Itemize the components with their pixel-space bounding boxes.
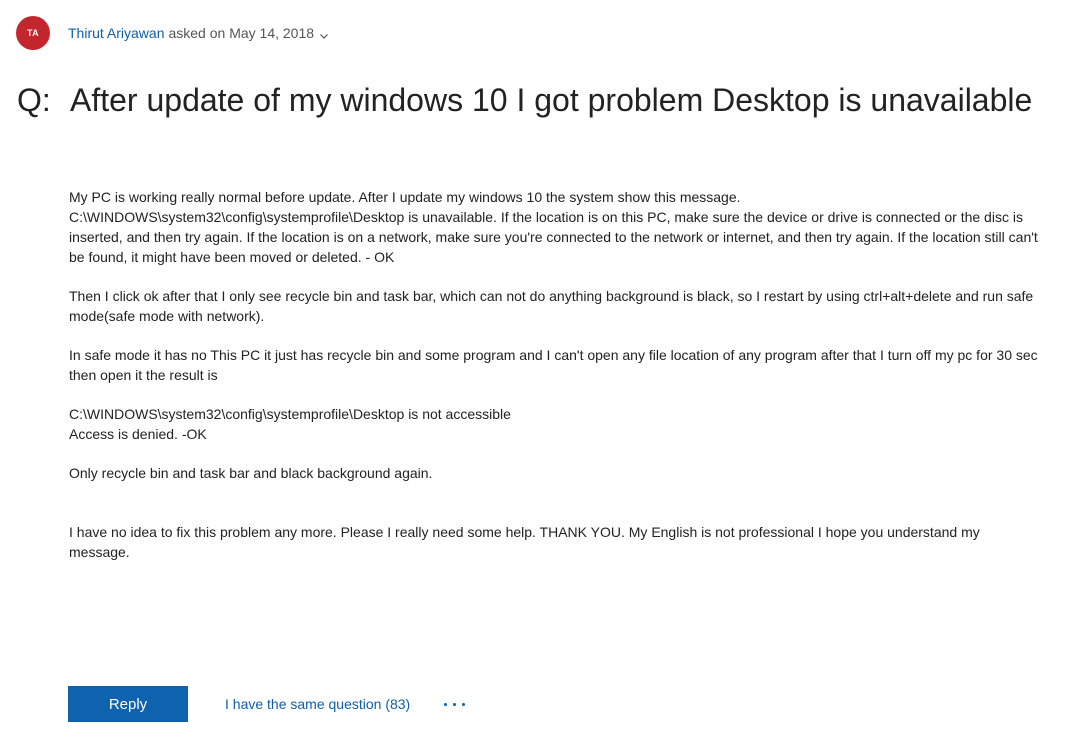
question-body: My PC is working really normal before up…	[69, 187, 1044, 581]
body-paragraph-5: Only recycle bin and task bar and black …	[69, 465, 433, 481]
question-prefix: Q:	[17, 82, 51, 118]
asked-date: asked on May 14, 2018	[168, 25, 315, 41]
avatar[interactable]: TA	[16, 16, 50, 50]
body-p4-line1: C:\WINDOWS\system32\config\systemprofile…	[69, 406, 511, 422]
more-dot	[444, 702, 448, 706]
reply-button[interactable]: Reply	[68, 686, 188, 722]
author-link[interactable]: Thirut Ariyawan	[68, 25, 164, 41]
body-p1-line2: C:\WINDOWS\system32\config\systemprofile…	[69, 209, 1038, 265]
more-dot	[453, 702, 457, 706]
body-p4-line2: Access is denied. -OK	[69, 426, 207, 442]
question-title: Q: After update of my windows 10 I got p…	[17, 82, 1032, 119]
more-options-icon[interactable]	[444, 694, 471, 714]
body-paragraph-1: My PC is working really normal before up…	[69, 187, 1044, 267]
question-meta: Thirut Ariyawan asked on May 14, 2018	[68, 25, 329, 41]
body-paragraph-4: C:\WINDOWS\system32\config\systemprofile…	[69, 404, 1044, 444]
body-paragraph-3: In safe mode it has no This PC it just h…	[69, 347, 1038, 383]
body-p1-line1: My PC is working really normal before up…	[69, 189, 741, 205]
chevron-down-icon[interactable]	[319, 28, 329, 39]
same-question-link[interactable]: I have the same question (83)	[225, 696, 410, 712]
more-dot	[462, 702, 466, 706]
question-header: TA Thirut Ariyawan asked on May 14, 2018	[16, 16, 329, 50]
avatar-initials: TA	[27, 28, 39, 38]
body-paragraph-2: Then I click ok after that I only see re…	[69, 288, 1034, 324]
body-paragraph-6: I have no idea to fix this problem any m…	[69, 524, 980, 560]
question-title-text: After update of my windows 10 I got prob…	[70, 82, 1033, 118]
question-actions: Reply I have the same question (83)	[68, 686, 471, 722]
